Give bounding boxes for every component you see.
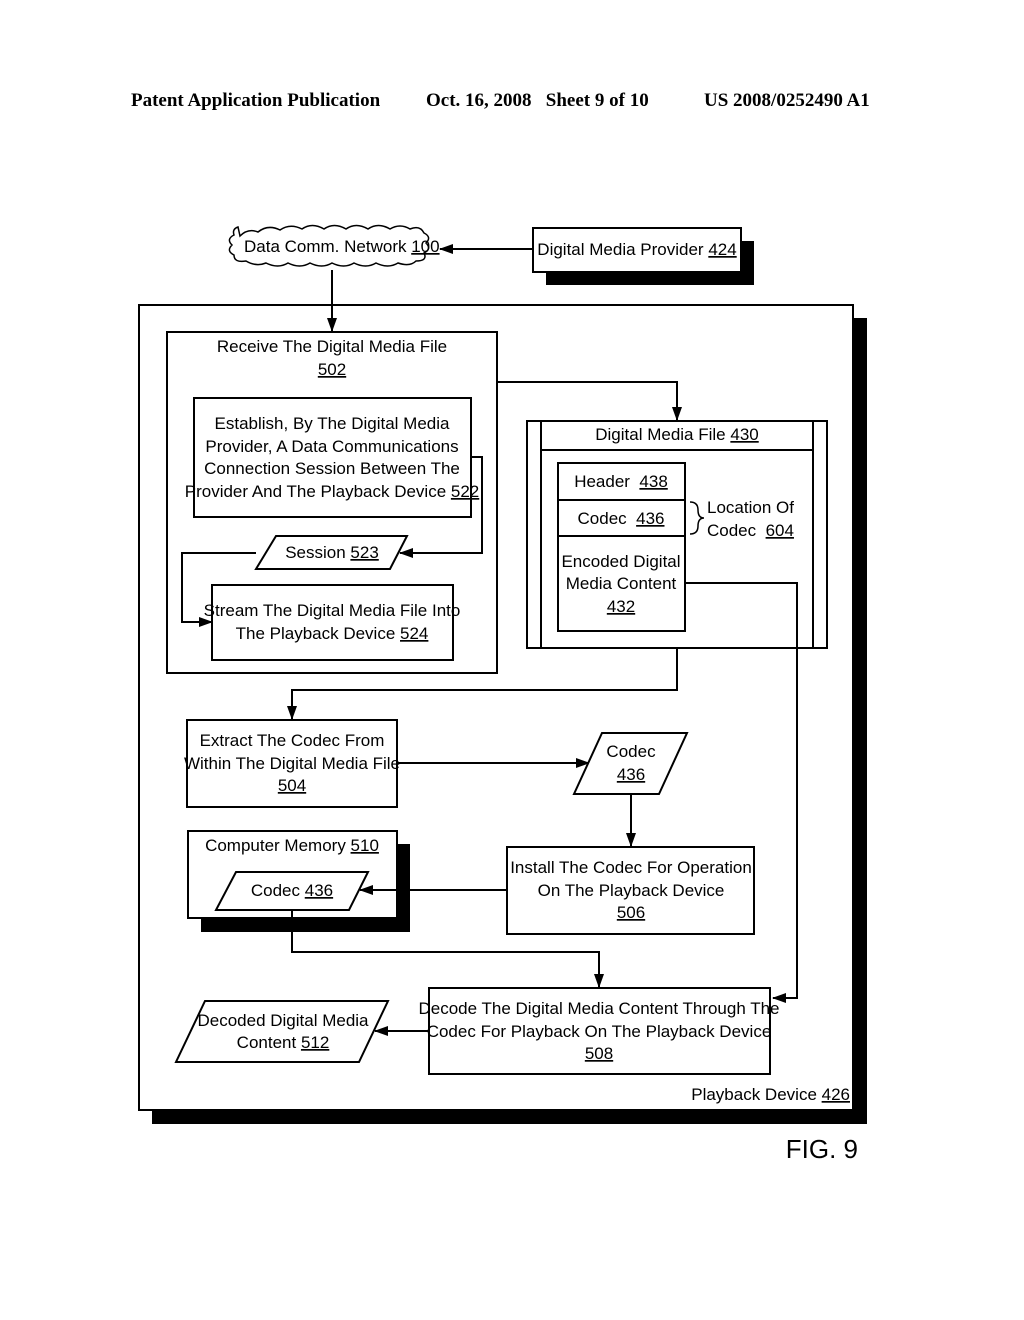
receive-label: Receive The Digital Media File [217, 337, 447, 356]
session-label: Session 523 [285, 543, 379, 562]
decode-line-1: Decode The Digital Media Content Through… [418, 999, 779, 1018]
decoded-line-1: Decoded Digital Media [197, 1011, 369, 1030]
install-ref: 506 [617, 903, 645, 922]
decoded-line-2: Content 512 [237, 1033, 330, 1052]
header-field-label: Header 438 [574, 472, 668, 491]
location-line-1: Location Of [707, 498, 794, 517]
decode-ref: 508 [585, 1044, 613, 1063]
flowchart: Playback Device 426 Data Comm. Network 1… [138, 224, 867, 1164]
codec-field-label: Codec 436 [578, 509, 665, 528]
extract-line-2: Within The Digital Media File [184, 754, 400, 773]
stream-box [211, 584, 454, 661]
memory-label: Computer Memory 510 [205, 836, 379, 855]
memory-codec-label: Codec 436 [251, 881, 333, 900]
encoded-line-2: Media Content [566, 574, 677, 593]
establish-line-2: Provider, A Data Communications [205, 437, 458, 456]
decode-line-2: Codec For Playback On The Playback Devic… [427, 1022, 772, 1041]
network-label: Data Comm. Network 100 [244, 237, 440, 256]
stream-line-1: Stream The Digital Media File Into [204, 601, 461, 620]
receive-ref: 502 [318, 360, 346, 379]
establish-line-4: Provider And The Playback Device 522 [185, 482, 480, 501]
playback-device-label: Playback Device 426 [691, 1085, 850, 1104]
encoded-line-1: Encoded Digital [561, 552, 680, 571]
codec-data-ref: 436 [617, 765, 645, 784]
figure-label: FIG. 9 [786, 1134, 858, 1164]
extract-line-1: Extract The Codec From [200, 731, 385, 750]
install-line-1: Install The Codec For Operation [510, 858, 752, 877]
install-line-2: On The Playback Device [538, 881, 725, 900]
location-line-2: Codec 604 [707, 521, 794, 540]
establish-line-3: Connection Session Between The [204, 459, 460, 478]
encoded-ref: 432 [607, 597, 635, 616]
stream-line-2: The Playback Device 524 [236, 624, 429, 643]
provider-label: Digital Media Provider 424 [537, 240, 736, 259]
media-file-label: Digital Media File 430 [595, 425, 758, 444]
extract-ref: 504 [278, 776, 306, 795]
codec-data-label: Codec [606, 742, 656, 761]
establish-line-1: Establish, By The Digital Media [215, 414, 451, 433]
